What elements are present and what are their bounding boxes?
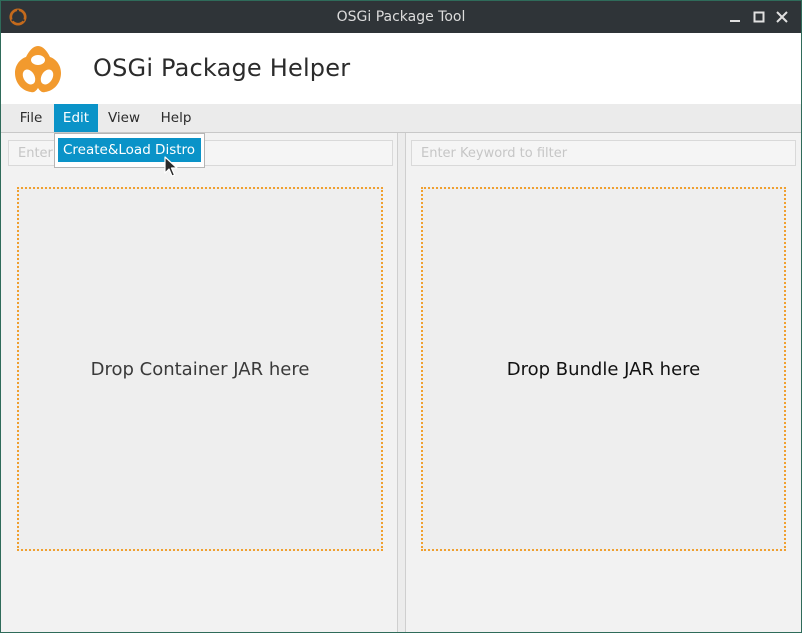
bundle-filter-input[interactable] xyxy=(411,140,796,166)
bundle-panel: Drop Bundle JAR here xyxy=(406,133,801,632)
bundle-drop-zone[interactable]: Drop Bundle JAR here xyxy=(421,187,786,551)
menu-file[interactable]: File xyxy=(11,104,51,132)
header: OSGi Package Helper xyxy=(1,33,801,104)
split-pane-divider[interactable] xyxy=(397,133,406,632)
maximize-icon[interactable] xyxy=(751,9,767,25)
menu-item-create-load-distro[interactable]: Create&Load Distro xyxy=(58,138,201,162)
minimize-icon[interactable] xyxy=(727,9,743,25)
window-title: OSGi Package Tool xyxy=(336,9,466,25)
container-panel: Drop Container JAR here xyxy=(1,133,397,632)
close-icon[interactable] xyxy=(774,9,790,25)
container-drop-label: Drop Container JAR here xyxy=(90,358,310,380)
osgi-logo-icon xyxy=(15,46,61,93)
container-drop-zone[interactable]: Drop Container JAR here xyxy=(17,187,383,551)
edit-menu-dropdown: Create&Load Distro xyxy=(54,133,205,168)
app-heading: OSGi Package Helper xyxy=(93,54,351,82)
menu-help[interactable]: Help xyxy=(152,104,200,132)
mouse-cursor-icon xyxy=(164,156,178,177)
bundle-drop-label: Drop Bundle JAR here xyxy=(506,358,701,380)
menu-edit[interactable]: Edit xyxy=(54,104,98,132)
title-bar[interactable]: OSGi Package Tool xyxy=(1,1,801,33)
menu-bar: File Edit View Help xyxy=(1,104,801,133)
app-window: OSGi Package Tool OSGi Package Helper Fi… xyxy=(0,0,802,633)
menu-view[interactable]: View xyxy=(102,104,146,132)
